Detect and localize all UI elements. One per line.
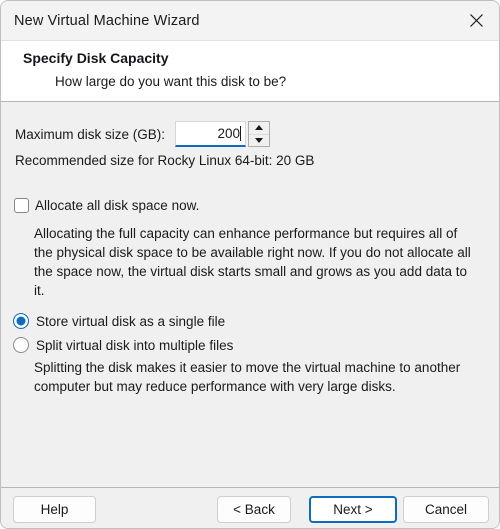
disk-size-input[interactable]: 200 bbox=[175, 121, 247, 147]
allocate-all-disk-space-label: Allocate all disk space now. bbox=[35, 198, 200, 213]
next-button[interactable]: Next > bbox=[309, 496, 397, 523]
split-multiple-files-radio[interactable] bbox=[13, 337, 29, 353]
split-multiple-files-label: Split virtual disk into multiple files bbox=[36, 337, 234, 353]
split-multiple-files-row[interactable]: Split virtual disk into multiple files bbox=[13, 337, 233, 353]
chevron-up-icon[interactable] bbox=[249, 122, 270, 134]
spinner-buttons bbox=[248, 121, 271, 147]
allocate-all-disk-space-row[interactable]: Allocate all disk space now. bbox=[14, 198, 199, 213]
titlebar: New Virtual Machine Wizard bbox=[1, 1, 499, 41]
wizard-body: Maximum disk size (GB): 200 Recommended … bbox=[1, 102, 499, 487]
text-caret bbox=[240, 126, 242, 141]
window-title: New Virtual Machine Wizard bbox=[14, 12, 200, 29]
store-single-file-label: Store virtual disk as a single file bbox=[36, 313, 226, 329]
help-button[interactable]: Help bbox=[13, 496, 96, 523]
allocate-description: Allocating the full capacity can enhance… bbox=[34, 226, 471, 298]
wizard-window: New Virtual Machine Wizard Specify Disk … bbox=[0, 0, 500, 529]
wizard-footer: Help < Back Next > Cancel bbox=[1, 487, 499, 528]
page-subtitle: How large do you want this disk to be? bbox=[55, 74, 287, 89]
back-button[interactable]: < Back bbox=[217, 496, 291, 523]
cancel-button[interactable]: Cancel bbox=[403, 496, 489, 523]
wizard-header: Specify Disk Capacity How large do you w… bbox=[1, 41, 499, 102]
chevron-down-icon[interactable] bbox=[249, 133, 270, 146]
store-single-file-row[interactable]: Store virtual disk as a single file bbox=[13, 313, 225, 329]
page-title: Specify Disk Capacity bbox=[23, 50, 169, 66]
disk-size-row: Maximum disk size (GB): 200 bbox=[15, 121, 271, 147]
allocate-all-disk-space-checkbox[interactable] bbox=[14, 198, 29, 213]
close-icon[interactable] bbox=[453, 1, 499, 40]
store-single-file-radio[interactable] bbox=[13, 313, 29, 329]
recommended-size-text: Recommended size for Rocky Linux 64-bit:… bbox=[15, 153, 315, 168]
split-description: Splitting the disk makes it easier to mo… bbox=[34, 360, 461, 394]
disk-size-stepper: 200 bbox=[175, 121, 271, 147]
disk-size-value: 200 bbox=[217, 126, 241, 141]
disk-size-label: Maximum disk size (GB): bbox=[15, 126, 166, 142]
